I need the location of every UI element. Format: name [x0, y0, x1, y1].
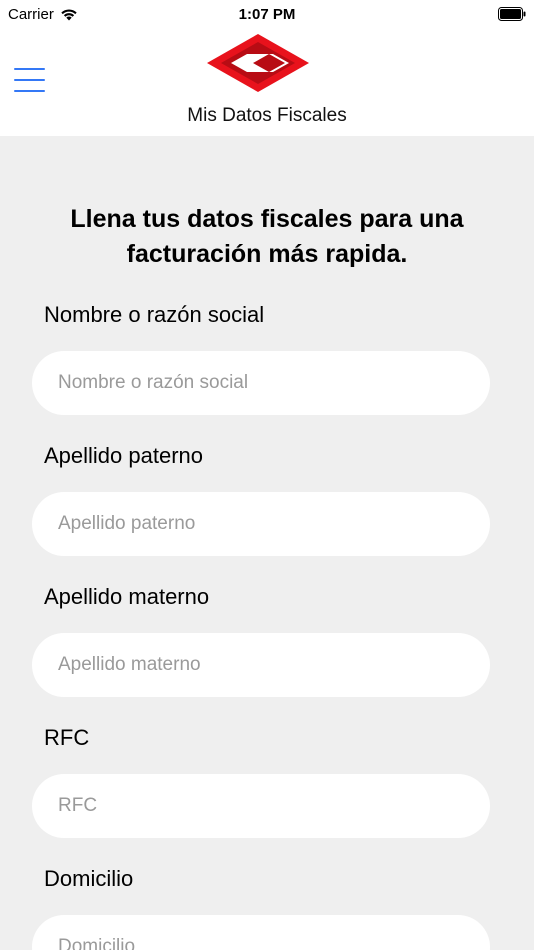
fiscal-data-form: Llena tus datos fiscales para una factur…	[0, 136, 534, 950]
paternal-surname-input[interactable]	[32, 492, 490, 556]
maternal-surname-label: Apellido materno	[44, 584, 210, 609]
battery-icon	[498, 7, 526, 21]
navigation-bar: Mis Datos Fiscales	[0, 30, 534, 136]
address-input[interactable]	[32, 915, 490, 950]
rfc-label: RFC	[44, 725, 90, 750]
rfc-input[interactable]	[32, 774, 490, 838]
brand-logo	[207, 34, 309, 92]
status-bar: Carrier 1:07 PM	[0, 0, 534, 30]
page-title: Mis Datos Fiscales	[187, 105, 347, 126]
menu-line	[14, 68, 45, 70]
menu-line	[14, 90, 45, 92]
name-label: Nombre o razón social	[44, 302, 265, 327]
hamburger-menu-icon[interactable]	[14, 68, 46, 92]
paternal-surname-label: Apellido paterno	[44, 443, 204, 468]
status-time: 1:07 PM	[238, 6, 296, 23]
address-label: Domicilio	[44, 866, 134, 891]
maternal-surname-input[interactable]	[32, 633, 490, 697]
form-headline: Llena tus datos fiscales para una factur…	[70, 205, 464, 268]
name-input[interactable]	[32, 351, 490, 415]
menu-line	[14, 79, 45, 81]
